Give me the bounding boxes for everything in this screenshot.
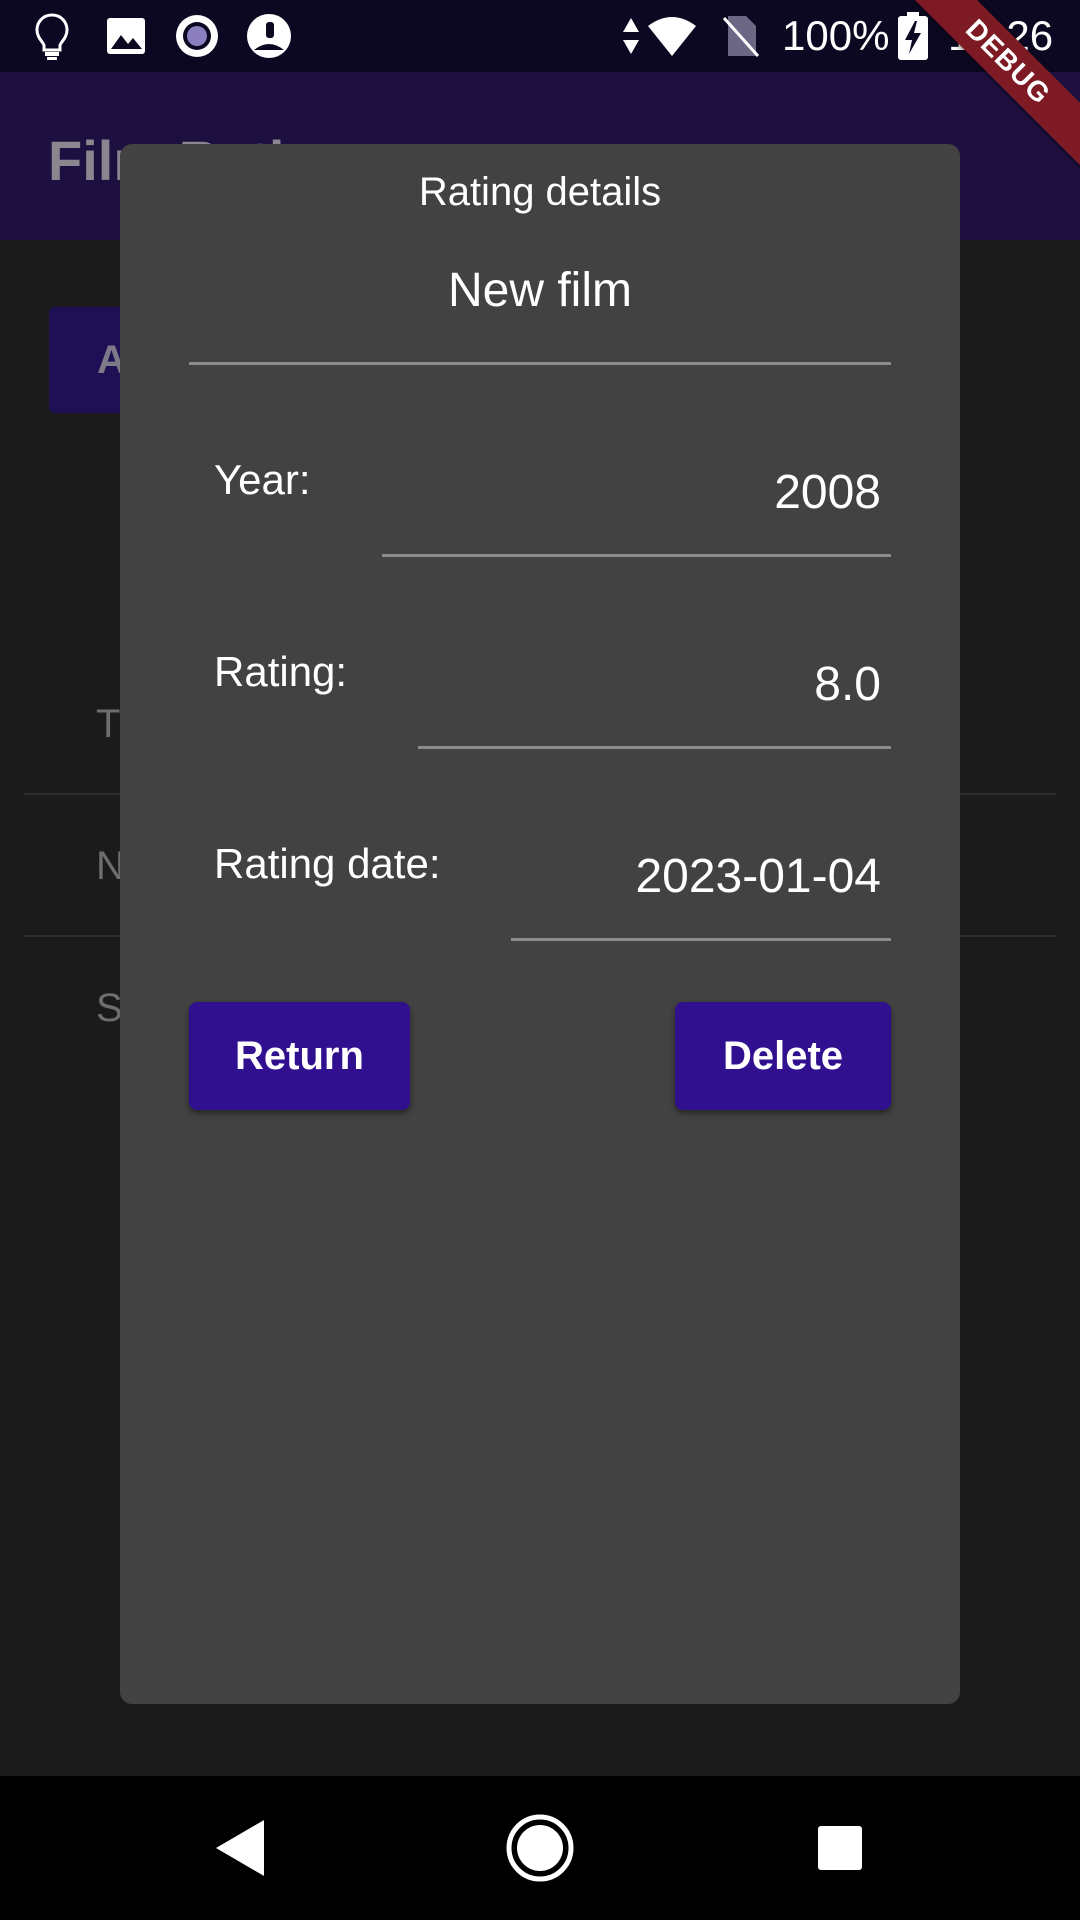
battery-charging-icon <box>898 12 928 60</box>
film-name-field[interactable]: New film <box>189 254 891 365</box>
film-name-value: New film <box>447 264 632 317</box>
image-icon <box>107 18 145 54</box>
no-sim-icon <box>722 16 760 58</box>
rating-field[interactable]: 8.0 <box>418 646 891 749</box>
list-item-label: S <box>96 986 123 1030</box>
record-icon <box>176 15 218 57</box>
status-bar: 100% 17:26 <box>0 0 1080 72</box>
navigation-bar <box>0 1776 1080 1920</box>
wifi-icon <box>648 17 696 56</box>
dialog-title: Rating details <box>418 170 662 214</box>
rating-date-field[interactable]: 2023-01-04 <box>511 838 891 941</box>
list-item-label: T <box>96 702 121 746</box>
owl-avatar-icon <box>247 14 291 58</box>
rating-date-value: 2023-01-04 <box>635 850 881 903</box>
year-value: 2008 <box>774 466 881 519</box>
rating-value: 8.0 <box>814 658 881 711</box>
data-arrows-icon <box>623 18 639 54</box>
battery-percentage: 100% <box>782 12 890 59</box>
return-button[interactable]: Return <box>189 1002 410 1110</box>
rating-date-label: Rating date: <box>214 840 441 887</box>
year-label: Year: <box>214 456 311 503</box>
rating-details-dialog: Rating details New film Year: 2008 Ratin… <box>120 144 960 1704</box>
home-icon[interactable] <box>504 1812 576 1884</box>
lightbulb-icon <box>35 13 69 60</box>
back-icon[interactable] <box>204 1812 276 1884</box>
rating-label: Rating: <box>214 648 348 695</box>
recents-icon[interactable] <box>804 1812 876 1884</box>
year-field[interactable]: 2008 <box>382 454 891 557</box>
delete-button[interactable]: Delete <box>675 1002 891 1110</box>
